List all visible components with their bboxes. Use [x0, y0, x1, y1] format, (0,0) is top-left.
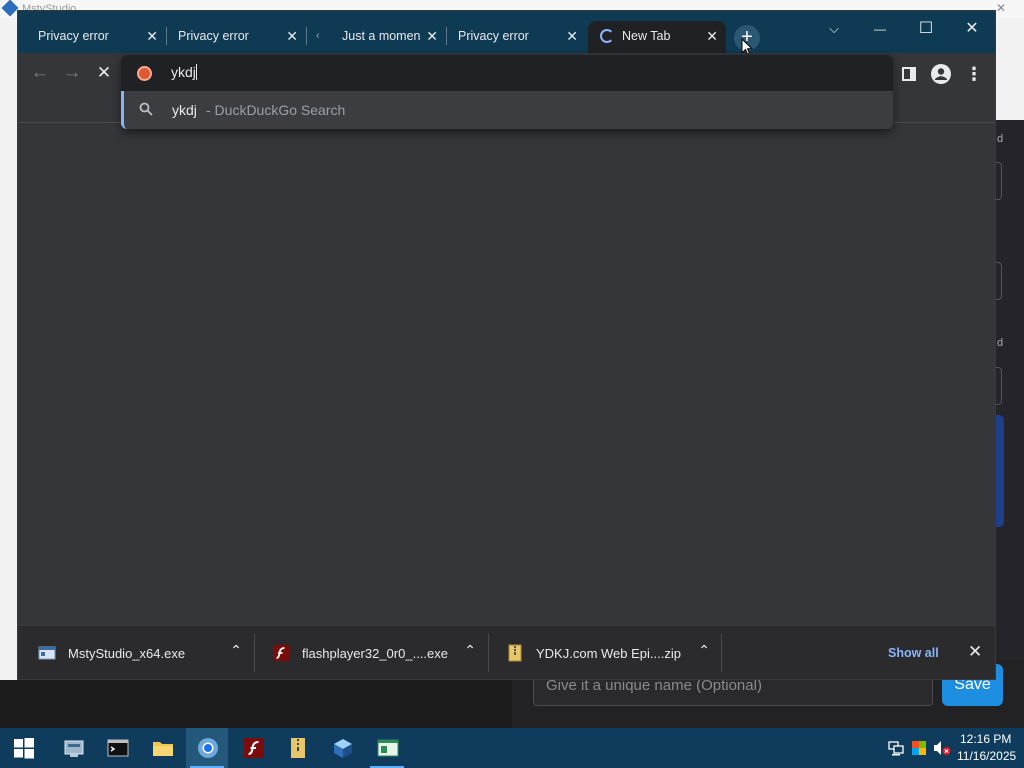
tab-new-tab[interactable]: New Tab ✕	[588, 21, 726, 53]
side-panel-icon	[902, 67, 916, 81]
tab-privacy-error-1[interactable]: Privacy error ✕	[18, 21, 166, 53]
chevron-up-icon[interactable]: ⌃	[698, 642, 710, 659]
back-button[interactable]: ←	[26, 59, 54, 87]
taskbar-flash-player[interactable]	[232, 728, 274, 768]
page-content-area	[18, 123, 995, 625]
taskbar-msty-studio[interactable]	[321, 728, 363, 768]
tab-title: Privacy error	[178, 29, 249, 43]
tab-title: Privacy error	[38, 29, 109, 43]
close-download-shelf-icon[interactable]: ✕	[968, 642, 982, 662]
chevron-up-icon[interactable]: ⌃	[230, 642, 242, 659]
browser-window: Privacy error ✕ Privacy error ✕ ‹ Just a…	[17, 10, 996, 680]
taskbar-file-explorer[interactable]	[141, 728, 183, 768]
profile-avatar-icon	[931, 64, 951, 84]
tab-title: Just a moment...	[342, 29, 420, 43]
color-settings-icon[interactable]	[911, 740, 927, 756]
tab-just-a-moment[interactable]: ‹ Just a moment... ✕	[308, 21, 446, 53]
download-separator	[721, 634, 722, 672]
taskbar-server-manager[interactable]	[52, 728, 94, 768]
start-button[interactable]	[2, 728, 44, 768]
tab-close-icon[interactable]: ✕	[426, 21, 438, 51]
chrome-icon	[198, 738, 218, 758]
background-side-label: d	[997, 133, 1004, 145]
background-side-field[interactable]	[996, 262, 1002, 300]
flash-player-icon	[244, 738, 264, 758]
tab-close-icon[interactable]: ✕	[706, 21, 718, 51]
tab-search-chevron-icon[interactable]: ⌵	[811, 15, 857, 43]
exe-file-icon	[38, 646, 56, 660]
tab-title: New Tab	[622, 29, 671, 43]
download-item-mstystudio[interactable]: MstyStudio_x64.exe ⌃	[20, 636, 250, 670]
tab-title: Privacy error	[458, 29, 529, 43]
background-side-field[interactable]	[996, 367, 1002, 405]
search-icon	[139, 102, 153, 116]
network-icon[interactable]	[888, 740, 904, 756]
address-bar[interactable]: ykdj	[121, 55, 893, 91]
show-all-downloads-link[interactable]: Show all	[888, 646, 939, 660]
tab-loading-icon: ‹	[316, 30, 320, 42]
loading-spinner-icon	[600, 29, 614, 43]
chevron-up-icon[interactable]: ⌃	[464, 642, 476, 659]
tab-privacy-error-3[interactable]: Privacy error ✕	[438, 21, 586, 53]
suggestion-description: - DuckDuckGo Search	[206, 102, 346, 118]
background-close-icon[interactable]: ✕	[996, 1, 1006, 15]
side-panel-button[interactable]	[895, 60, 923, 88]
profile-button[interactable]	[927, 60, 955, 88]
download-filename: YDKJ.com Web Epi....zip	[536, 646, 681, 661]
tab-strip: Privacy error ✕ Privacy error ✕ ‹ Just a…	[18, 11, 995, 57]
suggestion-query: ykdj	[172, 102, 197, 118]
taskbar: 12:16 PM 11/16/2025	[0, 728, 1024, 768]
tab-separator	[306, 27, 307, 45]
download-shelf: MstyStudio_x64.exe ⌃ flashplayer32_0r0_.…	[18, 625, 995, 679]
taskbar-chrome[interactable]	[186, 728, 228, 768]
tab-close-icon[interactable]: ✕	[146, 21, 158, 51]
address-input-value: ykdj	[171, 64, 196, 80]
flash-file-icon	[273, 645, 289, 661]
duckduckgo-icon	[137, 66, 152, 81]
clock-time[interactable]: 12:16 PM	[960, 732, 1011, 746]
browser-menu-button[interactable]: ⋮	[960, 60, 988, 88]
download-filename: flashplayer32_0r0_....exe	[302, 646, 448, 661]
taskbar-command-prompt[interactable]	[96, 728, 138, 768]
background-side-accent-panel	[996, 415, 1004, 527]
download-item-flashplayer[interactable]: flashplayer32_0r0_....exe ⌃	[254, 636, 484, 670]
taskbar-archive[interactable]	[276, 728, 318, 768]
close-window-button[interactable]: ✕	[949, 15, 995, 43]
tab-privacy-error-2[interactable]: Privacy error ✕	[158, 21, 306, 53]
maximize-button[interactable]: ☐	[903, 15, 949, 43]
server-manager-icon	[64, 740, 84, 757]
background-dark-panel	[0, 680, 512, 728]
address-input[interactable]: ykdj	[171, 64, 197, 80]
background-side-label: d	[997, 337, 1004, 349]
zip-file-icon	[508, 644, 522, 662]
text-caret	[195, 64, 197, 80]
volume-muted-icon[interactable]	[933, 740, 951, 756]
forward-button[interactable]: →	[58, 59, 86, 87]
taskbar-task-manager[interactable]	[366, 728, 408, 768]
omnibox-suggestion[interactable]: ykdj - DuckDuckGo Search	[121, 91, 893, 129]
tab-close-icon[interactable]: ✕	[566, 21, 578, 51]
zip-folder-icon	[291, 738, 305, 758]
minimize-button[interactable]: —	[857, 15, 903, 43]
msty-studio-icon	[334, 739, 352, 758]
omnibox-dropdown: ykdj ykdj - DuckDuckGo Search	[121, 55, 893, 129]
background-side-field[interactable]	[996, 162, 1002, 200]
download-filename: MstyStudio_x64.exe	[68, 646, 186, 661]
window-app-icon	[377, 739, 399, 757]
stop-loading-button[interactable]: ✕	[90, 59, 118, 87]
terminal-icon	[107, 739, 129, 757]
tab-close-icon[interactable]: ✕	[286, 21, 298, 51]
clock-date[interactable]: 11/16/2025	[957, 749, 1016, 763]
windows-logo-icon	[14, 738, 34, 759]
download-item-ydkj-zip[interactable]: YDKJ.com Web Epi....zip ⌃	[488, 636, 718, 670]
folder-icon	[153, 742, 173, 756]
msty-app-icon	[1, 0, 19, 17]
